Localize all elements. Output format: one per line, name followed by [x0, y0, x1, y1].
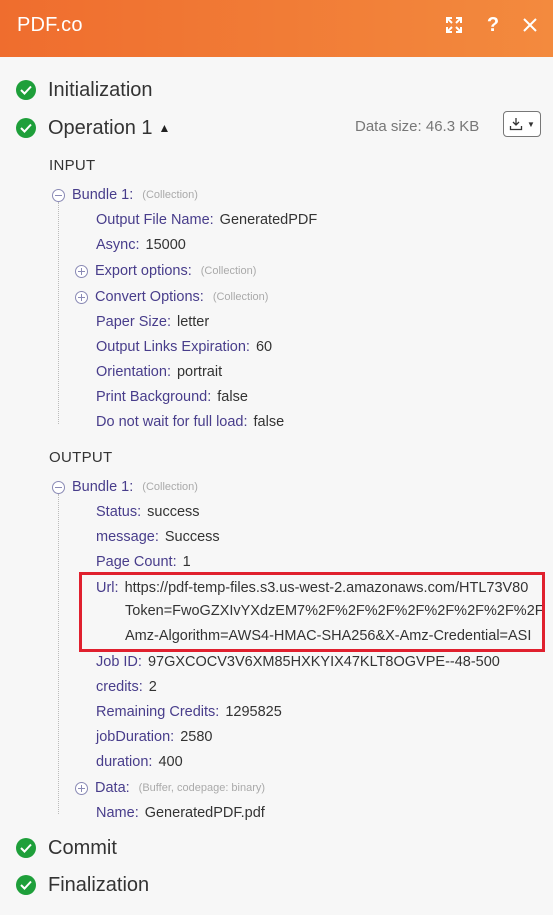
step-label: Initialization	[48, 78, 153, 101]
output-bundle[interactable]: Bundle 1: (Collection)	[52, 477, 198, 497]
data-size: Data size: 46.3 KB	[355, 118, 480, 135]
bundle-label: Bundle 1:	[72, 479, 134, 495]
output-field-row: Name: GeneratedPDF.pdf	[96, 805, 265, 821]
collapse-icon[interactable]	[52, 188, 65, 202]
expand-plus-icon[interactable]	[75, 290, 88, 304]
input-field-row: Paper Size : letter	[96, 314, 210, 330]
output-field-row: Status: success	[96, 504, 200, 520]
url-continuation: Token=FwoGZXIvYXdzEM7%2F%2F%2F%2F%2F%2F%…	[125, 603, 542, 619]
output-section-label: OUTPUT	[49, 449, 113, 466]
input-field-row[interactable]: Export options: (Collection)	[75, 261, 256, 281]
check-icon	[16, 80, 36, 100]
output-field-row: message: Success	[96, 529, 220, 545]
download-button[interactable]: ▼	[503, 111, 541, 137]
input-field-row: Async: 15000	[96, 237, 186, 253]
step-commit[interactable]: Commit	[16, 836, 117, 860]
expand-plus-icon[interactable]	[75, 264, 88, 278]
input-section-label: INPUT	[49, 157, 96, 174]
caret-up-icon[interactable]: ▲	[159, 121, 171, 135]
chevron-down-icon: ▼	[527, 119, 535, 129]
bundle-type: (Collection)	[142, 481, 198, 493]
input-field-row: Output Links Expiration: 60	[96, 339, 273, 355]
step-label: Finalization	[48, 873, 150, 896]
expand-icon[interactable]	[441, 12, 467, 38]
check-icon	[16, 118, 36, 138]
output-field-row: Remaining Credits: 1295825	[96, 704, 282, 720]
input-bundle[interactable]: Bundle 1: (Collection)	[52, 185, 198, 205]
url-value: https://pdf-temp-files.s3.us-west-2.amaz…	[124, 580, 529, 596]
step-label: Commit	[48, 836, 117, 859]
step-initialization[interactable]: Initialization	[16, 78, 153, 102]
input-field-row: Do not wait for full load: false	[96, 414, 285, 430]
output-field-row: jobDuration: 2580	[96, 729, 213, 745]
url-continuation: Amz-Algorithm=AWS4-HMAC-SHA256&X-Amz-Cre…	[125, 628, 532, 644]
collapse-icon[interactable]	[52, 480, 65, 494]
output-field-row: Job ID: 97GXCOCV3V6XM85HXKYIX47KLT8OGVPE…	[96, 654, 500, 670]
close-icon[interactable]	[517, 12, 543, 38]
bundle-type: (Collection)	[142, 189, 198, 201]
input-field-row: Orientation: portrait	[96, 364, 223, 380]
output-url-row[interactable]: Url: https://pdf-temp-files.s3.us-west-2…	[96, 578, 542, 598]
help-icon[interactable]: ?	[480, 12, 506, 38]
download-icon	[509, 118, 523, 131]
step-label: Operation 1	[48, 116, 153, 139]
app-title: PDF.co	[17, 14, 83, 36]
output-field-row: Page Count: 1	[96, 554, 191, 570]
step-finalization[interactable]: Finalization	[16, 873, 149, 897]
window-header: PDF.co ?	[0, 0, 553, 57]
output-field-row: duration: 400	[96, 754, 183, 770]
bundle-label: Bundle 1:	[72, 187, 134, 203]
input-field-row: Print Background: false	[96, 389, 248, 405]
check-icon	[16, 875, 36, 895]
tree-line	[58, 202, 59, 424]
tree-line	[58, 494, 59, 814]
expand-plus-icon[interactable]	[75, 781, 88, 795]
input-field-row[interactable]: Convert Options: (Collection)	[75, 287, 268, 307]
output-field-row[interactable]: Data: (Buffer, codepage: binary)	[75, 778, 265, 798]
check-icon	[16, 838, 36, 858]
output-field-row: credits: 2	[96, 679, 157, 695]
step-operation[interactable]: Operation 1 ▲	[16, 116, 170, 140]
input-field-row: Output File Name: GeneratedPDF	[96, 212, 318, 228]
